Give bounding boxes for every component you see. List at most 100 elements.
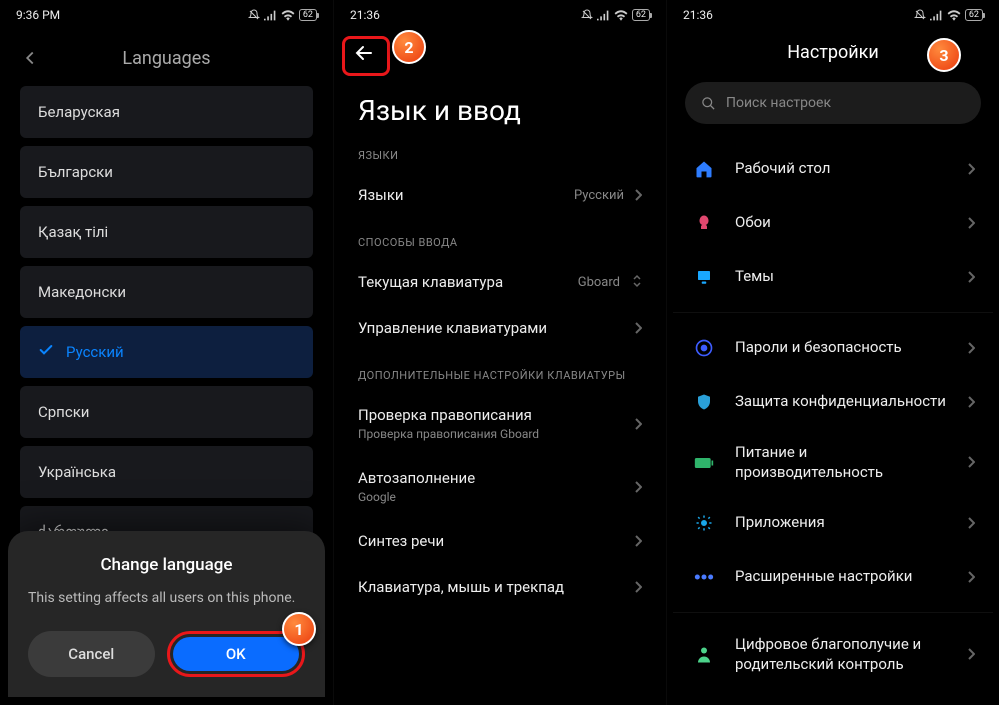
dnd-icon [248, 9, 260, 21]
status-time: 21:36 [683, 8, 713, 22]
settings-item-label: Рабочий стол [735, 159, 949, 179]
chevron-right-icon [967, 339, 975, 358]
separator [673, 612, 993, 613]
chevron-right-icon [967, 514, 975, 533]
row-label: Языки [358, 186, 404, 204]
search-input[interactable]: Поиск настроек [685, 82, 981, 124]
settings-item[interactable]: Пароли и безопасность [673, 321, 993, 375]
row-keyboard-mouse[interactable]: Клавиатура, мышь и трекпад [334, 564, 666, 610]
phone-language-input: 21:36 62 2 Язык и ввод ЯЗЫКИ Языки Русск… [333, 0, 666, 705]
settings-item[interactable]: Цифровое благополучие и родительский кон… [673, 621, 993, 688]
search-placeholder: Поиск настроек [726, 95, 831, 111]
settings-item-label: Приложения [735, 513, 949, 533]
annotation-1: 1 [282, 612, 316, 646]
page-title: Язык и ввод [334, 76, 666, 149]
language-label: Русский [66, 343, 124, 361]
themes-icon [691, 264, 717, 290]
chevron-right-icon [634, 418, 642, 430]
row-value: Gboard [578, 275, 620, 290]
language-item[interactable]: Беларуская [20, 86, 313, 138]
lock-icon [691, 335, 717, 361]
row-languages[interactable]: Языки Русский [334, 172, 666, 218]
signal-icon [264, 10, 277, 21]
status-icons: 62 [914, 9, 983, 21]
settings-item[interactable]: Обои [673, 196, 993, 250]
change-language-dialog: Change language This setting affects all… [8, 531, 325, 697]
header [334, 30, 666, 76]
dialog-title: Change language [28, 555, 305, 575]
separator [673, 312, 993, 313]
chevron-right-icon [967, 160, 975, 179]
wifi-icon [947, 10, 961, 21]
battery-icon: 62 [632, 9, 650, 21]
status-bar: 21:36 62 [667, 0, 999, 30]
row-label: Синтез речи [358, 532, 444, 550]
row-label: Автозаполнение [358, 469, 634, 487]
chevron-right-icon [634, 581, 642, 593]
home-icon [691, 156, 717, 182]
row-current-keyboard[interactable]: Текущая клавиатура Gboard [334, 259, 666, 305]
settings-item-label: Темы [735, 267, 949, 287]
dnd-icon [581, 9, 593, 21]
back-button[interactable] [10, 38, 50, 78]
phone-languages: 9:36 PM 62 Languages Беларуская Български… [0, 0, 333, 705]
settings-item-label: Питание и производительность [735, 443, 949, 482]
settings-item-label: Цифровое благополучие и родительский кон… [735, 635, 949, 674]
wifi-icon [614, 10, 628, 21]
settings-item[interactable]: Защита конфиденциальности [673, 375, 993, 429]
language-item[interactable]: Қазақ тілі [20, 206, 313, 258]
header: Languages [0, 30, 333, 86]
row-sublabel: Проверка правописания Gboard [358, 427, 634, 441]
language-item[interactable]: Русский [20, 326, 313, 378]
chevron-right-icon [967, 453, 975, 472]
language-label: Українська [38, 463, 116, 481]
language-item[interactable]: Македонски [20, 266, 313, 318]
settings-item-label: Защита конфиденциальности [735, 392, 949, 412]
annotation-2: 2 [392, 30, 426, 64]
chevron-right-icon [634, 322, 642, 334]
back-button[interactable] [344, 33, 384, 73]
section-extra: ДОПОЛНИТЕЛЬНЫЕ НАСТРОЙКИ КЛАВИАТУРЫ [334, 369, 666, 392]
wellbeing-icon [691, 642, 717, 668]
status-bar: 21:36 62 [334, 0, 666, 30]
status-time: 9:36 PM [16, 8, 60, 22]
privacy-icon [691, 389, 717, 415]
battery-icon [691, 450, 717, 476]
settings-item-label: Обои [735, 213, 949, 233]
status-icons: 62 [581, 9, 650, 21]
cancel-button[interactable]: Cancel [28, 631, 155, 677]
status-icons: 62 [248, 9, 317, 21]
arrow-left-icon [19, 47, 41, 69]
chevron-right-icon [967, 568, 975, 587]
settings-item-label: Пароли и безопасность [735, 338, 949, 358]
row-label: Проверка правописания [358, 406, 634, 424]
row-autofill[interactable]: Автозаполнение Google [334, 455, 666, 518]
row-manage-keyboards[interactable]: Управление клавиатурами [334, 305, 666, 351]
language-item[interactable]: Српски [20, 386, 313, 438]
row-tts[interactable]: Синтез речи [334, 518, 666, 564]
dialog-buttons: Cancel OK 1 [28, 631, 305, 677]
language-label: Қазақ тілі [38, 223, 108, 241]
settings-item[interactable]: Расширенные настройки [673, 550, 993, 604]
row-label: Клавиатура, мышь и трекпад [358, 578, 564, 596]
arrow-left-icon [352, 41, 376, 65]
section-input: СПОСОБЫ ВВОДА [334, 236, 666, 259]
language-item[interactable]: Українська [20, 446, 313, 498]
row-spellcheck[interactable]: Проверка правописания Проверка правописа… [334, 392, 666, 455]
signal-icon [930, 10, 943, 21]
settings-item[interactable]: Питание и производительность [673, 429, 993, 496]
language-label: Беларуская [38, 103, 120, 121]
language-label: Български [38, 163, 113, 181]
annotation-3: 3 [927, 38, 961, 72]
settings-item[interactable]: Приложения [673, 496, 993, 550]
row-value: Русский [574, 188, 624, 203]
chevron-right-icon [967, 268, 975, 287]
phone-settings: 21:36 62 Настройки 3 Поиск настроек Рабо… [666, 0, 999, 705]
settings-item[interactable]: Темы [673, 250, 993, 304]
language-item[interactable]: Български [20, 146, 313, 198]
row-sublabel: Google [358, 490, 634, 504]
chevron-right-icon [967, 645, 975, 664]
ok-button[interactable]: OK [173, 637, 300, 671]
settings-item[interactable]: Рабочий стол [673, 142, 993, 196]
chevron-right-icon [634, 189, 642, 201]
